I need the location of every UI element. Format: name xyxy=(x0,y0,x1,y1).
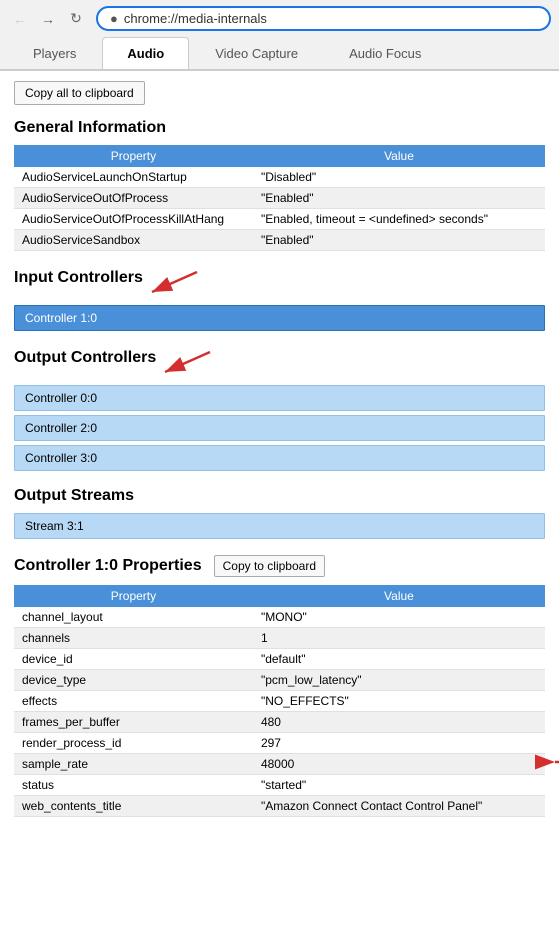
value-cell: "started" xyxy=(253,775,545,796)
output-controllers-heading-row: Output Controllers xyxy=(14,347,545,377)
table-row: channels1 xyxy=(14,628,545,649)
value-cell: 297 xyxy=(253,733,545,754)
value-cell: "default" xyxy=(253,649,545,670)
table-row: AudioServiceLaunchOnStartup"Disabled" xyxy=(14,167,545,188)
tab-players[interactable]: Players xyxy=(8,37,101,69)
address-bar[interactable] xyxy=(124,11,537,26)
property-cell: render_process_id xyxy=(14,733,253,754)
table-row: render_process_id297 xyxy=(14,733,545,754)
tab-video-capture[interactable]: Video Capture xyxy=(190,37,323,69)
output-controller-item[interactable]: Controller 3:0 xyxy=(14,445,545,471)
output-controller-item[interactable]: Controller 2:0 xyxy=(14,415,545,441)
property-cell: AudioServiceSandbox xyxy=(14,230,253,251)
general-info-table: Property Value AudioServiceLaunchOnStart… xyxy=(14,145,545,251)
value-cell: 480 xyxy=(253,712,545,733)
table-row: AudioServiceOutOfProcessKillAtHang"Enabl… xyxy=(14,209,545,230)
forward-button[interactable]: → xyxy=(36,7,60,31)
value-cell: 1 xyxy=(253,628,545,649)
tab-bar: Players Audio Video Capture Audio Focus xyxy=(0,37,559,70)
value-cell: "Enabled, timeout = <undefined> seconds" xyxy=(253,209,545,230)
property-cell: sample_rate xyxy=(14,754,253,775)
props-col-value: Value xyxy=(253,585,545,607)
general-info-heading: General Information xyxy=(14,119,545,137)
property-cell: channels xyxy=(14,628,253,649)
value-cell: "Disabled" xyxy=(253,167,545,188)
output-streams-list: Stream 3:1 xyxy=(14,513,545,539)
value-cell: "Enabled" xyxy=(253,188,545,209)
value-cell: "Enabled" xyxy=(253,230,545,251)
site-icon: ● xyxy=(110,11,118,26)
nav-buttons: ← → ↻ xyxy=(8,7,88,31)
table-row: AudioServiceOutOfProcess"Enabled" xyxy=(14,188,545,209)
table-row: web_contents_title"Amazon Connect Contac… xyxy=(14,796,545,817)
input-controllers-heading: Input Controllers xyxy=(14,269,143,287)
input-controllers-section: Input Controllers Controller 1:0 xyxy=(14,267,545,331)
table-row: effects"NO_EFFECTS" xyxy=(14,691,545,712)
input-controllers-heading-row: Input Controllers xyxy=(14,267,545,297)
table-row: status"started" xyxy=(14,775,545,796)
table-row: device_type"pcm_low_latency" xyxy=(14,670,545,691)
general-info-col-value: Value xyxy=(253,145,545,167)
output-controller-item[interactable]: Controller 0:0 xyxy=(14,385,545,411)
reload-button[interactable]: ↻ xyxy=(64,7,88,31)
property-cell: device_type xyxy=(14,670,253,691)
value-cell: "pcm_low_latency" xyxy=(253,670,545,691)
value-cell: "NO_EFFECTS" xyxy=(253,691,545,712)
table-row: sample_rate48000 xyxy=(14,754,545,775)
props-title: Controller 1:0 Properties xyxy=(14,557,202,575)
sample-rate-arrow xyxy=(550,752,559,772)
output-controllers-arrow xyxy=(160,347,220,377)
table-row: AudioServiceSandbox"Enabled" xyxy=(14,230,545,251)
output-controllers-heading: Output Controllers xyxy=(14,349,156,367)
back-button[interactable]: ← xyxy=(8,7,32,31)
property-cell: channel_layout xyxy=(14,607,253,628)
property-cell: device_id xyxy=(14,649,253,670)
output-controllers-list: Controller 0:0 Controller 2:0 Controller 3… xyxy=(14,385,545,471)
input-controllers-arrow xyxy=(147,267,207,297)
input-controller-item[interactable]: Controller 1:0 xyxy=(14,305,545,331)
property-cell: AudioServiceOutOfProcess xyxy=(14,188,253,209)
property-cell: effects xyxy=(14,691,253,712)
value-cell: "MONO" xyxy=(253,607,545,628)
property-cell: AudioServiceOutOfProcessKillAtHang xyxy=(14,209,253,230)
input-controllers-list: Controller 1:0 xyxy=(14,305,545,331)
general-info-col-property: Property xyxy=(14,145,253,167)
stream-item[interactable]: Stream 3:1 xyxy=(14,513,545,539)
props-header: Controller 1:0 Properties Copy to clipbo… xyxy=(14,555,545,577)
table-row: device_id"default" xyxy=(14,649,545,670)
value-cell: 48000 xyxy=(253,754,545,775)
copy-all-button[interactable]: Copy all to clipboard xyxy=(14,81,145,105)
property-cell: web_contents_title xyxy=(14,796,253,817)
copy-to-clipboard-button[interactable]: Copy to clipboard xyxy=(214,555,325,577)
page-content: Copy all to clipboard General Informatio… xyxy=(0,71,559,843)
tab-audio[interactable]: Audio xyxy=(102,37,189,69)
tab-audio-focus[interactable]: Audio Focus xyxy=(324,37,446,69)
output-streams-heading: Output Streams xyxy=(14,487,545,505)
address-bar-container: ● xyxy=(96,6,551,31)
props-col-property: Property xyxy=(14,585,253,607)
general-info-section: General Information Property Value Audio… xyxy=(14,119,545,251)
controller-properties-section: Controller 1:0 Properties Copy to clipbo… xyxy=(14,555,545,817)
browser-chrome: ← → ↻ ● Players Audio Video Capture Audi… xyxy=(0,0,559,71)
output-streams-section: Output Streams Stream 3:1 xyxy=(14,487,545,539)
table-row: frames_per_buffer480 xyxy=(14,712,545,733)
table-row: channel_layout"MONO" xyxy=(14,607,545,628)
property-cell: AudioServiceLaunchOnStartup xyxy=(14,167,253,188)
property-cell: status xyxy=(14,775,253,796)
value-cell: "Amazon Connect Contact Control Panel" xyxy=(253,796,545,817)
property-cell: frames_per_buffer xyxy=(14,712,253,733)
controller-props-table: Property Value channel_layout"MONO"chann… xyxy=(14,585,545,817)
browser-toolbar: ← → ↻ ● xyxy=(0,0,559,37)
output-controllers-section: Output Controllers Controller 0:0Control… xyxy=(14,347,545,471)
